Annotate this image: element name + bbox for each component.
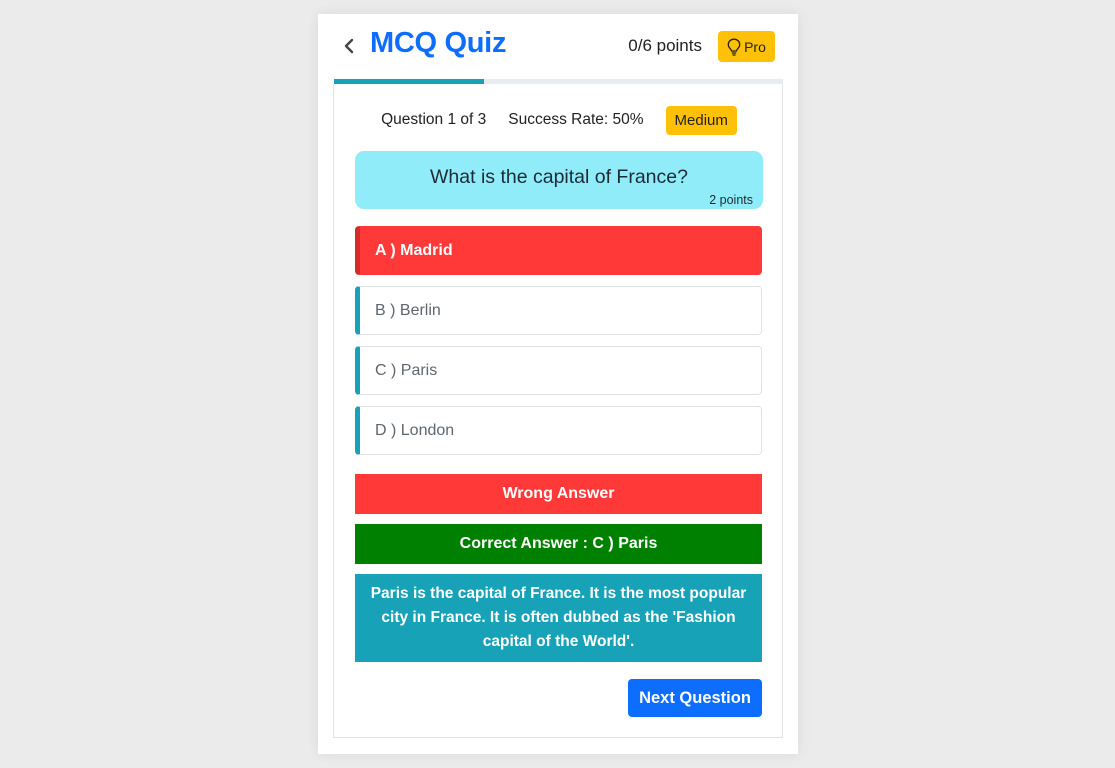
answer-explanation: Paris is the capital of France. It is th…	[355, 574, 762, 662]
correct-answer-banner: Correct Answer : C ) Paris	[355, 524, 762, 564]
next-question-button[interactable]: Next Question	[628, 679, 762, 717]
wrong-answer-banner: Wrong Answer	[355, 474, 762, 514]
lightbulb-icon	[727, 38, 741, 56]
points-counter: 0/6 points	[628, 36, 702, 55]
question-text: What is the capital of France?	[430, 166, 688, 188]
pro-button[interactable]: Pro	[718, 31, 775, 62]
page-title: MCQ Quiz	[370, 27, 507, 59]
question-panel: Question 1 of 3 Success Rate: 50% Medium…	[333, 84, 783, 738]
chevron-left-icon	[344, 38, 354, 54]
quiz-header: MCQ Quiz 0/6 points Pro	[318, 14, 798, 80]
option-a[interactable]: A ) Madrid	[355, 226, 762, 275]
question-points: 2 points	[709, 193, 753, 207]
option-c[interactable]: C ) Paris	[355, 346, 762, 395]
difficulty-badge: Medium	[665, 105, 737, 135]
back-button[interactable]	[340, 34, 358, 58]
option-d[interactable]: D ) London	[355, 406, 762, 455]
quiz-card: MCQ Quiz 0/6 points Pro Question 1 of 3 …	[318, 14, 798, 754]
question-meta: Question 1 of 3 Success Rate: 50% Medium	[334, 104, 784, 136]
question-box: What is the capital of France? 2 points	[355, 151, 763, 209]
pro-label: Pro	[744, 38, 766, 55]
option-b[interactable]: B ) Berlin	[355, 286, 762, 335]
success-rate: Success Rate: 50%	[508, 111, 644, 128]
question-number: Question 1 of 3	[381, 111, 487, 128]
